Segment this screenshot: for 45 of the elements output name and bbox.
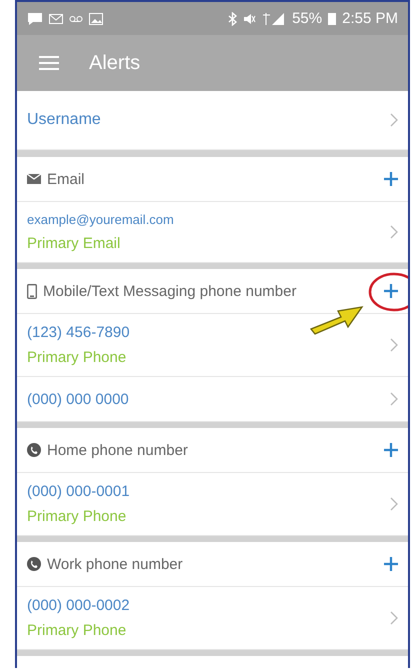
add-button[interactable] — [384, 443, 398, 457]
contact-value: (000) 000-0001 — [27, 483, 131, 500]
section-title: Work phone number — [47, 556, 184, 572]
app-bar-title: Alerts — [89, 52, 140, 74]
add-button[interactable] — [384, 284, 398, 298]
contact-value: (000) 000-0002 — [27, 597, 131, 614]
mail-icon — [49, 14, 63, 24]
mute-icon — [243, 12, 256, 24]
phone-icon — [27, 557, 41, 571]
signal-icon — [262, 12, 286, 26]
chevron-right-icon — [390, 225, 398, 239]
chevron-right-icon — [390, 113, 398, 127]
plus-icon — [384, 557, 398, 571]
contact-value: (123) 456-7890 — [27, 324, 131, 341]
phone-device-icon — [27, 284, 37, 298]
plus-icon — [384, 284, 398, 298]
section-title: Home phone number — [47, 442, 189, 458]
menu-icon[interactable] — [39, 55, 59, 71]
envelope-icon — [27, 174, 41, 184]
contact-value: example@youremail.com — [27, 212, 175, 227]
section-title: Email — [47, 170, 86, 188]
plus-icon — [384, 172, 398, 186]
status-time: 2:55 PM — [342, 10, 398, 27]
bluetooth-icon — [228, 12, 238, 26]
plus-icon — [384, 443, 398, 457]
image-icon — [89, 12, 103, 24]
battery-percent: 55% — [292, 10, 322, 27]
contact-entry[interactable]: (123) 456-7890 Primary Phone — [17, 314, 408, 377]
add-button[interactable] — [384, 557, 398, 571]
add-button[interactable] — [384, 172, 398, 186]
contact-label: Primary Phone — [27, 622, 128, 639]
section-title: Mobile/Text Messaging phone number — [43, 282, 298, 300]
chevron-right-icon — [390, 611, 398, 625]
contact-label: Primary Phone — [27, 349, 128, 366]
contact-label: Primary Phone — [27, 508, 128, 525]
battery-icon — [328, 12, 336, 25]
contact-value: (000) 000 0000 — [27, 390, 130, 408]
voicemail-icon — [69, 14, 83, 22]
chevron-right-icon — [390, 338, 398, 352]
chevron-right-icon — [390, 392, 398, 406]
contact-label: Primary Email — [27, 235, 122, 252]
chevron-right-icon — [390, 497, 398, 511]
username-label: Username — [27, 111, 102, 129]
chat-icon — [27, 12, 43, 26]
phone-icon — [27, 443, 41, 457]
